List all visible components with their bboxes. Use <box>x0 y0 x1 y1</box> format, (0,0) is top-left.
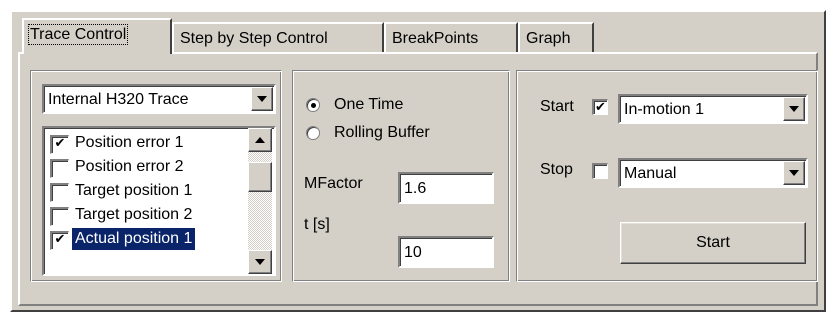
chevron-down-icon <box>255 259 265 265</box>
start-button-label: Start <box>696 234 730 251</box>
mfactor-field[interactable]: 1.6 <box>398 172 494 204</box>
one-time-label: One Time <box>334 96 404 113</box>
start-button[interactable]: Start <box>620 222 806 264</box>
start-trigger-label: Start <box>540 98 574 115</box>
signal-checkbox[interactable]: ✔ <box>50 135 69 154</box>
signal-checkbox[interactable]: ✔ <box>50 231 69 250</box>
list-item[interactable]: Target position 1 <box>46 180 242 202</box>
stop-trigger-value: Manual <box>624 165 677 182</box>
signal-checkbox[interactable] <box>50 159 69 178</box>
one-time-radio[interactable] <box>306 98 320 112</box>
radio-dot-icon <box>310 102 316 108</box>
t-label: t [s] <box>304 216 330 233</box>
start-trigger-dropdown-button[interactable] <box>783 97 805 121</box>
signal-checkbox[interactable] <box>50 207 69 226</box>
list-item[interactable]: Target position 2 <box>46 204 242 226</box>
list-item[interactable]: ✔ Position error 1 <box>46 132 242 154</box>
signal-label: Actual position 1 <box>72 228 196 250</box>
rolling-buffer-radio[interactable] <box>306 126 320 140</box>
trace-source-value: Internal H320 Trace <box>48 91 189 108</box>
signal-label: Position error 2 <box>75 158 184 175</box>
signal-checkbox[interactable] <box>50 183 69 202</box>
signal-list-scrollbar[interactable] <box>248 128 272 274</box>
chevron-up-icon <box>255 137 265 143</box>
tab-label: BreakPoints <box>392 30 479 47</box>
tab-label: Trace Control <box>27 24 129 45</box>
chevron-down-icon <box>789 106 799 112</box>
chevron-down-icon <box>789 170 799 176</box>
signal-label: Target position 1 <box>75 182 193 199</box>
stop-trigger-checkbox[interactable] <box>592 163 608 179</box>
trace-source-dropdown-button[interactable] <box>251 87 273 111</box>
tab-step-by-step-control[interactable]: Step by Step Control <box>172 22 384 54</box>
tab-label: Step by Step Control <box>180 30 328 47</box>
stop-trigger-dropdown-button[interactable] <box>783 161 805 185</box>
tab-trace-control[interactable]: Trace Control <box>22 18 172 54</box>
start-trigger-checkbox[interactable]: ✔ <box>592 99 608 115</box>
t-value: 10 <box>404 244 422 261</box>
signal-label: Position error 1 <box>75 134 184 151</box>
start-trigger-combo[interactable]: In-motion 1 <box>618 94 808 124</box>
start-trigger-value: In-motion 1 <box>624 101 705 118</box>
rolling-buffer-label: Rolling Buffer <box>334 124 430 141</box>
stop-trigger-combo[interactable]: Manual <box>618 158 808 188</box>
mfactor-label: MFactor <box>304 175 363 192</box>
list-item-selected[interactable]: ✔ Actual position 1 <box>46 228 242 250</box>
tab-breakpoints[interactable]: BreakPoints <box>384 22 518 54</box>
chevron-down-icon <box>257 96 267 102</box>
stop-trigger-label: Stop <box>540 161 573 178</box>
mfactor-value: 1.6 <box>404 180 427 197</box>
scroll-down-button[interactable] <box>248 250 272 274</box>
tab-label: Graph <box>526 30 571 47</box>
signal-list[interactable]: ✔ Position error 1 Position error 2 Targ… <box>42 126 276 276</box>
t-field[interactable]: 10 <box>398 236 494 268</box>
tab-graph[interactable]: Graph <box>518 22 594 54</box>
signal-label: Target position 2 <box>75 206 193 223</box>
list-item[interactable]: Position error 2 <box>46 156 242 178</box>
scroll-up-button[interactable] <box>248 128 272 152</box>
trace-source-combo[interactable]: Internal H320 Trace <box>42 84 276 114</box>
scroll-thumb[interactable] <box>248 162 272 192</box>
